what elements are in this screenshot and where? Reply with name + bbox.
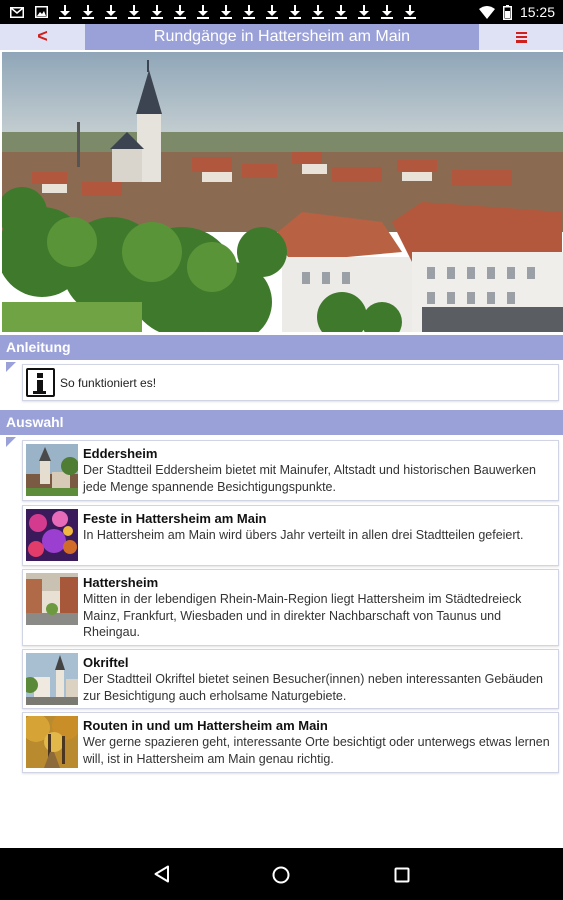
section-corner-marker xyxy=(6,362,16,372)
list-item-okriftel[interactable]: Okriftel Der Stadtteil Okriftel bietet s… xyxy=(22,649,559,709)
instructions-item[interactable]: So funktioniert es! xyxy=(22,364,559,401)
section-corner-marker xyxy=(6,437,16,447)
image-icon xyxy=(35,6,48,18)
list-item-description: Der Stadtteil Eddersheim bietet mit Main… xyxy=(83,463,537,494)
wifi-icon xyxy=(478,5,495,19)
download-icon xyxy=(404,5,416,19)
download-icon xyxy=(289,5,301,19)
eddersheim-thumbnail xyxy=(26,444,78,496)
list-item-title: Eddersheim xyxy=(83,446,158,461)
list-item-description: Mitten in der lebendigen Rhein-Main-Regi… xyxy=(83,592,522,639)
download-icon xyxy=(243,5,255,19)
section-header-selection: Auswahl xyxy=(0,410,563,435)
hamburger-menu-icon xyxy=(515,31,527,43)
nav-back-icon[interactable] xyxy=(154,865,170,883)
download-icon xyxy=(358,5,370,19)
mail-icon xyxy=(10,6,24,18)
list-item-eddersheim[interactable]: Eddersheim Der Stadtteil Eddersheim biet… xyxy=(22,440,559,501)
hero-image xyxy=(2,52,563,332)
list-item-title: Routen in und um Hattersheim am Main xyxy=(83,718,328,733)
download-icon xyxy=(312,5,324,19)
app-bar: < Rundgänge in Hattersheim am Main xyxy=(0,24,563,50)
download-icon xyxy=(128,5,140,19)
nav-home-icon[interactable] xyxy=(272,866,290,884)
back-button[interactable]: < xyxy=(0,24,85,50)
list-item-routen[interactable]: Routen in und um Hattersheim am Main Wer… xyxy=(22,712,559,773)
page-title: Rundgänge in Hattersheim am Main xyxy=(85,24,479,50)
download-icon xyxy=(266,5,278,19)
nav-recents-icon[interactable] xyxy=(394,867,410,883)
list-item-hattersheim[interactable]: Hattersheim Mitten in der lebendigen Rhe… xyxy=(22,569,559,646)
menu-button[interactable] xyxy=(479,24,563,50)
routes-thumbnail xyxy=(26,716,78,768)
status-bar: 15:25 xyxy=(0,0,563,24)
download-icon xyxy=(335,5,347,19)
download-icon xyxy=(59,5,71,19)
fireworks-thumbnail xyxy=(26,509,78,561)
download-icon xyxy=(197,5,209,19)
notification-icons xyxy=(0,5,416,19)
list-item-description: In Hattersheim am Main wird übers Jahr v… xyxy=(83,528,524,542)
list-item-title: Hattersheim xyxy=(83,575,159,590)
battery-icon xyxy=(502,4,512,20)
clock: 15:25 xyxy=(519,4,555,20)
download-icon xyxy=(381,5,393,19)
system-icons: 15:25 xyxy=(478,4,563,20)
download-icon xyxy=(151,5,163,19)
list-item-title: Feste in Hattersheim am Main xyxy=(83,511,267,526)
section-header-instructions: Anleitung xyxy=(0,335,563,360)
list-item-description: Der Stadtteil Okriftel bietet seinen Bes… xyxy=(83,672,544,703)
list-item-feste[interactable]: Feste in Hattersheim am Main In Hattersh… xyxy=(22,505,559,566)
list-item-description: Wer gerne spazieren geht, interessante O… xyxy=(83,735,550,766)
download-icon xyxy=(82,5,94,19)
download-icon xyxy=(174,5,186,19)
list-item-title: Okriftel xyxy=(83,655,129,670)
system-navigation-bar xyxy=(0,848,563,900)
town-panorama-illustration xyxy=(2,52,563,332)
instructions-item-label: So funktioniert es! xyxy=(60,376,157,390)
info-icon xyxy=(26,368,55,397)
hattersheim-thumbnail xyxy=(26,573,78,625)
okriftel-thumbnail xyxy=(26,653,78,705)
download-icon xyxy=(220,5,232,19)
download-icon xyxy=(105,5,117,19)
